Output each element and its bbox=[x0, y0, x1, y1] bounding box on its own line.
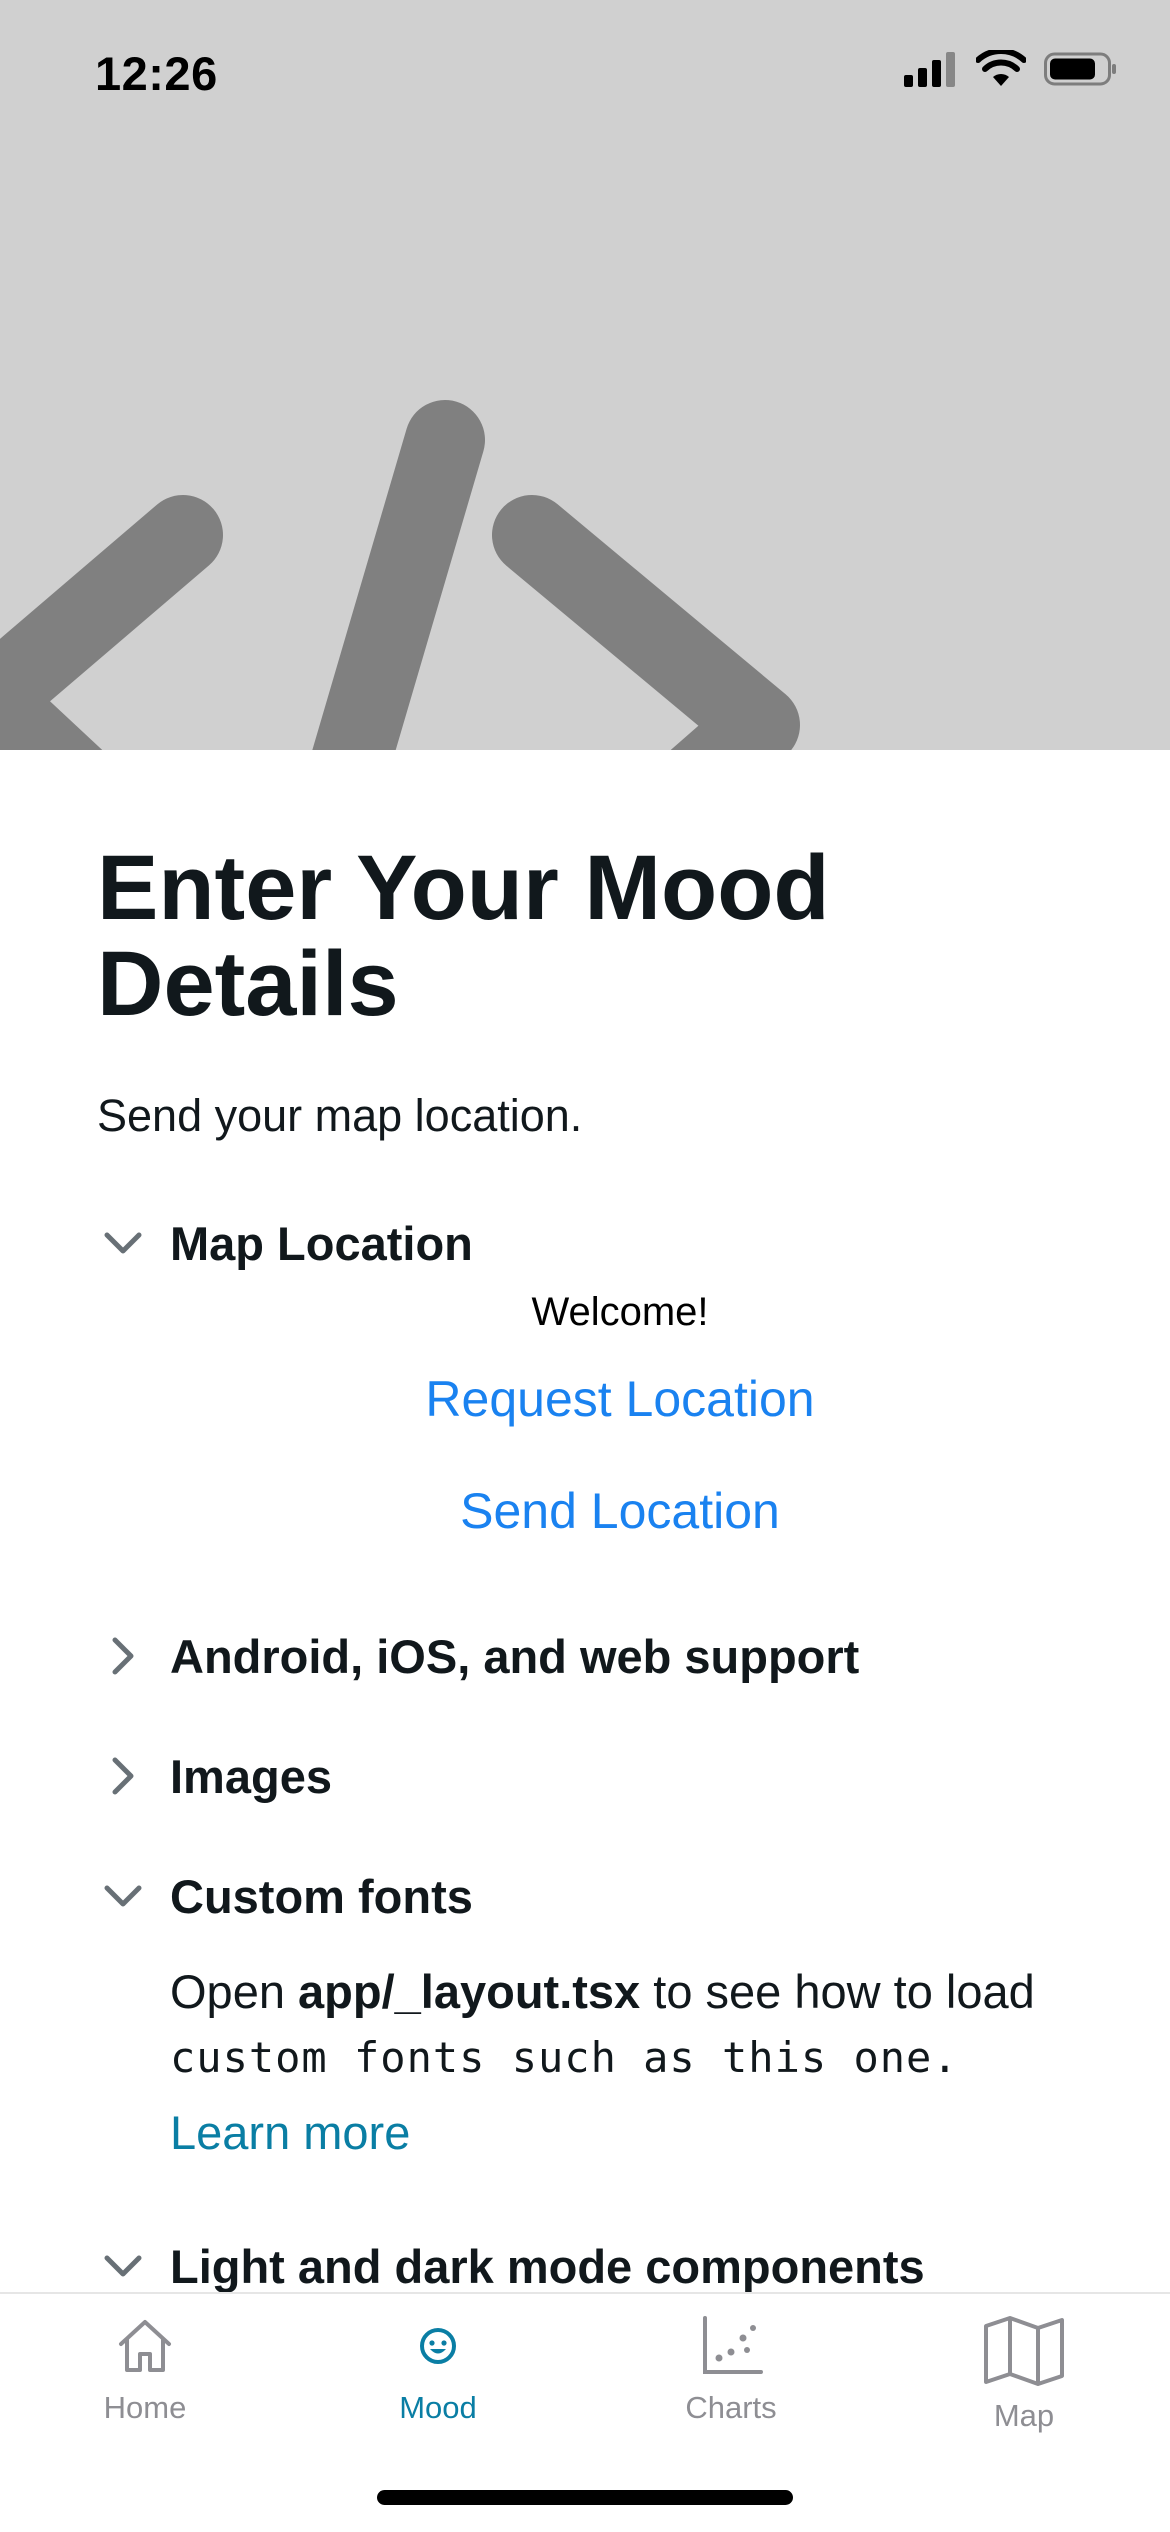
collapsible-platform-support: Android, iOS, and web support bbox=[100, 1623, 1100, 1689]
tab-label: Map bbox=[993, 2398, 1055, 2433]
learn-more-link[interactable]: Learn more bbox=[170, 2105, 410, 2160]
cellular-signal-icon bbox=[904, 52, 955, 87]
collapsible-header-map-location[interactable]: Map Location bbox=[100, 1210, 1100, 1276]
tab-label: Home bbox=[103, 2390, 187, 2425]
tab-label: Charts bbox=[685, 2390, 777, 2425]
battery-icon bbox=[1044, 52, 1116, 86]
request-location-button[interactable]: Request Location bbox=[0, 1370, 1170, 1428]
chevron-down-icon bbox=[100, 1220, 146, 1266]
folded-map-icon bbox=[984, 2316, 1064, 2386]
collapsible-header-custom-fonts[interactable]: Custom fonts bbox=[100, 1863, 1100, 1929]
tab-charts[interactable]: Charts bbox=[631, 2314, 831, 2426]
house-icon bbox=[119, 2320, 171, 2372]
collapsible-header-light-dark-mode[interactable]: Light and dark mode components bbox=[100, 2233, 1100, 2299]
tab-mood[interactable]: Mood bbox=[338, 2314, 538, 2426]
page-title: Enter Your Mood Details bbox=[97, 837, 830, 1035]
smiley-face-icon bbox=[420, 2328, 456, 2364]
custom-fonts-body: Open app/_layout.tsx to see how to load … bbox=[170, 1959, 1090, 2160]
send-location-button[interactable]: Send Location bbox=[0, 1482, 1170, 1540]
text-segment: to see how to load bbox=[640, 1965, 1035, 2018]
code-brackets-icon bbox=[0, 400, 800, 750]
chevron-right-icon bbox=[100, 1753, 146, 1799]
file-path-text: app/_layout.tsx bbox=[298, 1965, 641, 2018]
chevron-right-icon bbox=[100, 1633, 146, 1679]
page-subtitle: Send your map location. bbox=[97, 1090, 583, 1141]
collapsible-map-location: Map Location bbox=[100, 1210, 1100, 1276]
collapsible-title: Map Location bbox=[170, 1216, 473, 1270]
collapsible-title: Light and dark mode components bbox=[170, 2239, 925, 2293]
welcome-text: Welcome! bbox=[531, 1290, 709, 1334]
custom-font-sample: custom fonts such as this one. bbox=[170, 2033, 959, 2082]
status-bar-icons bbox=[904, 50, 1118, 88]
status-bar-time: 12:26 bbox=[95, 47, 218, 100]
chevron-down-icon bbox=[100, 2243, 146, 2289]
home-indicator bbox=[377, 2490, 793, 2505]
collapsible-title: Custom fonts bbox=[170, 1869, 473, 1923]
tab-map[interactable]: Map bbox=[924, 2314, 1124, 2434]
text-segment: Open bbox=[170, 1965, 299, 2018]
collapsible-images: Images bbox=[100, 1743, 1100, 1809]
collapsible-title: Android, iOS, and web support bbox=[170, 1629, 860, 1683]
collapsible-custom-fonts: Custom fonts bbox=[100, 1863, 1100, 1929]
parallax-header: 12:26 bbox=[0, 0, 1170, 750]
collapsible-light-dark-mode: Light and dark mode components bbox=[100, 2233, 1100, 2299]
collapsible-header-platform-support[interactable]: Android, iOS, and web support bbox=[100, 1623, 1100, 1689]
custom-fonts-text: Open app/_layout.tsx to see how to load bbox=[170, 1959, 1090, 2025]
chevron-down-icon bbox=[100, 1873, 146, 1919]
scatter-chart-icon bbox=[703, 2316, 763, 2374]
tab-label: Mood bbox=[399, 2390, 477, 2425]
collapsible-title: Images bbox=[170, 1749, 332, 1803]
wifi-icon bbox=[976, 50, 1026, 86]
tab-home[interactable]: Home bbox=[45, 2314, 245, 2426]
collapsible-header-images[interactable]: Images bbox=[100, 1743, 1100, 1809]
